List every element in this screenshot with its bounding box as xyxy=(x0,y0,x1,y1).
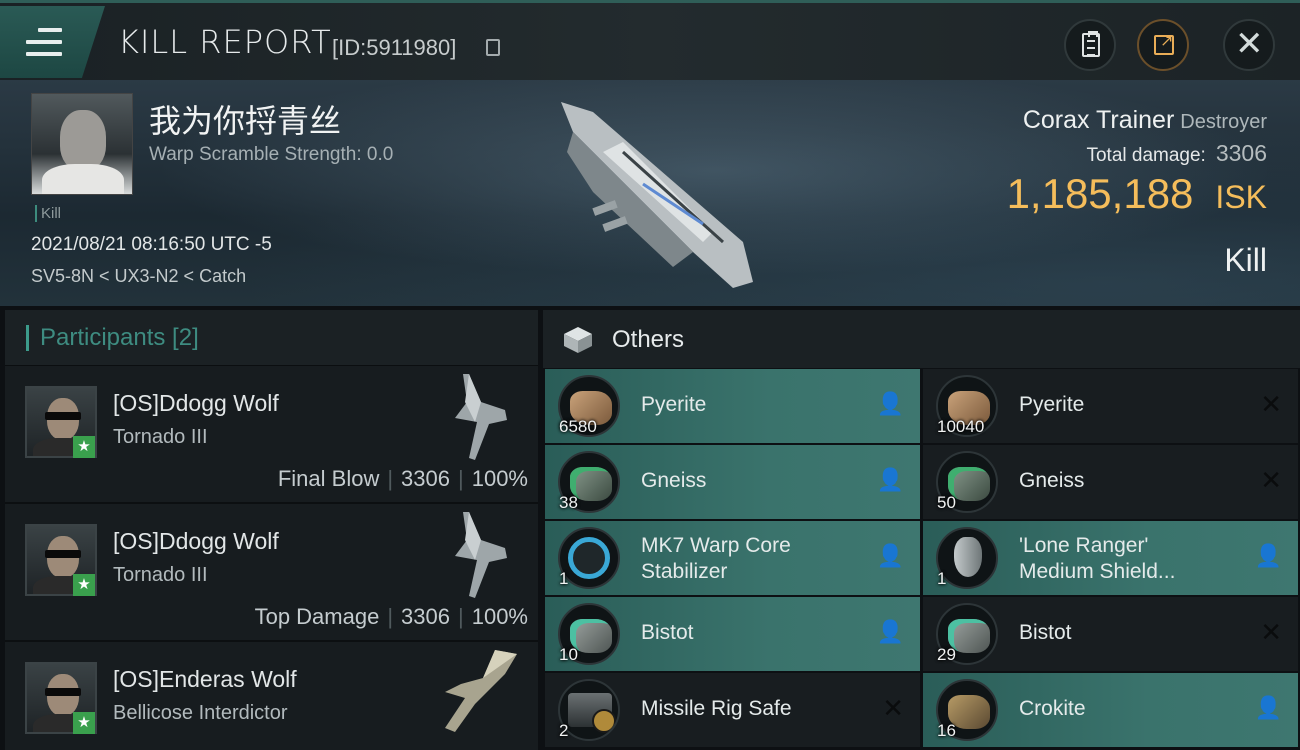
isk-value: 1,185,188 ISK xyxy=(1007,170,1267,218)
menu-button[interactable] xyxy=(0,6,105,78)
participant-percent: 100% xyxy=(471,466,528,491)
participant-damage: 3306 xyxy=(401,604,450,629)
participant-ship: Bellicose Interdictor xyxy=(113,702,288,724)
isk-amount: 1,185,188 xyxy=(1006,170,1194,217)
participant-ship-image xyxy=(455,512,507,598)
item-name: Crokite xyxy=(1019,697,1086,720)
participant-ship-image xyxy=(445,650,517,732)
item-quantity: 29 xyxy=(937,645,956,664)
participant-percent: 100% xyxy=(471,604,528,629)
participant-name[interactable]: [OS]Ddogg Wolf xyxy=(113,528,279,555)
participant-stats: Final Blow | 3306 | 100% xyxy=(277,466,528,491)
item-name: Pyerite xyxy=(641,393,707,416)
item-row[interactable]: 10040 Pyerite ✕ xyxy=(923,369,1298,443)
victim-portrait[interactable] xyxy=(31,93,133,195)
item-quantity: 1 xyxy=(559,569,569,588)
item-row[interactable]: 10 Bistot 👤 xyxy=(545,597,920,671)
participant-role: Top Damage xyxy=(254,604,380,629)
item-row[interactable]: 16 Crokite 👤 xyxy=(923,673,1298,747)
report-id: [ID:5911980] xyxy=(332,35,457,60)
star-icon: ★ xyxy=(73,574,95,596)
copy-icon[interactable] xyxy=(486,39,500,56)
star-icon: ★ xyxy=(73,712,95,734)
participant-ship: Tornado III xyxy=(113,564,208,586)
item-quantity: 50 xyxy=(937,493,956,512)
item-quantity: 16 xyxy=(937,721,956,740)
item-name: MK7 Warp Core Stabilizer xyxy=(641,534,791,583)
isk-unit: ISK xyxy=(1215,179,1267,215)
warp-scramble-strength: Warp Scramble Strength: 0.0 xyxy=(149,144,394,165)
total-damage-value: 3306 xyxy=(1215,140,1267,166)
others-label: Others xyxy=(612,326,685,353)
item-name: 'Lone Ranger' Medium Shield... xyxy=(1019,534,1176,583)
participant-stats: Top Damage | 3306 | 100% xyxy=(254,604,528,629)
item-quantity: 10040 xyxy=(937,417,985,436)
participant-role: Final Blow xyxy=(277,466,380,491)
page-title: KILL REPORT xyxy=(118,23,332,61)
participants-header: Participants [2] xyxy=(5,310,538,366)
share-icon xyxy=(1154,31,1174,55)
participant-row[interactable]: ★ [OS]Enderas Wolf Bellicose Interdictor xyxy=(5,642,538,750)
kill-location: SV5-8N < UX3-N2 < Catch xyxy=(31,266,247,286)
close-button[interactable]: ✕ xyxy=(1223,19,1275,71)
victim-name[interactable]: 我为你捋青丝 xyxy=(149,96,341,142)
total-damage-label: Total damage: xyxy=(1086,145,1206,166)
kill-datetime: 2021/08/21 08:16:50 UTC -5 xyxy=(31,234,272,255)
participant-ship-image xyxy=(455,374,507,460)
dropped-icon: 👤 xyxy=(876,391,904,416)
kill-result: Kill xyxy=(1224,242,1267,278)
participant-row[interactable]: ★ [OS]Ddogg Wolf Tornado III Top Damage |… xyxy=(5,504,538,642)
share-button[interactable] xyxy=(1137,19,1189,71)
close-icon: ✕ xyxy=(1235,25,1264,63)
item-row[interactable]: 50 Gneiss ✕ xyxy=(923,445,1298,519)
participants-label: Participants [2] xyxy=(40,324,199,351)
participant-name[interactable]: [OS]Enderas Wolf xyxy=(113,666,297,693)
item-quantity: 38 xyxy=(559,493,578,512)
clipboard-button[interactable] xyxy=(1064,19,1116,71)
participant-damage: 3306 xyxy=(401,466,450,491)
participant-ship: Tornado III xyxy=(113,426,208,448)
dropped-icon: 👤 xyxy=(876,467,904,492)
destroyed-icon: ✕ xyxy=(882,693,904,723)
item-quantity: 10 xyxy=(559,645,578,664)
dropped-icon: 👤 xyxy=(1254,543,1282,568)
dropped-icon: 👤 xyxy=(1254,695,1282,720)
victim-banner: 我为你捋青丝 Warp Scramble Strength: 0.0 Kill … xyxy=(0,80,1300,306)
clipboard-icon xyxy=(1082,31,1100,57)
item-row[interactable]: 1 'Lone Ranger' Medium Shield... 👤 xyxy=(923,521,1298,595)
item-name: Pyerite xyxy=(1019,393,1085,416)
cube-icon xyxy=(564,327,592,353)
item-quantity: 2 xyxy=(559,721,569,740)
destroyed-icon: ✕ xyxy=(1260,617,1282,647)
item-row[interactable]: 1 MK7 Warp Core Stabilizer 👤 xyxy=(545,521,920,595)
total-damage: Total damage: 3306 xyxy=(1086,140,1267,167)
hamburger-icon xyxy=(26,28,62,56)
victim-ship: Corax Trainer Destroyer xyxy=(1023,106,1267,135)
participant-row[interactable]: ★ [OS]Ddogg Wolf Tornado III Final Blow |… xyxy=(5,366,538,504)
top-bar: KILL REPORT [ID:5911980] ✕ xyxy=(0,0,1300,80)
destroyed-icon: ✕ xyxy=(1260,389,1282,419)
dropped-icon: 👤 xyxy=(876,619,904,644)
destroyed-icon: ✕ xyxy=(1260,465,1282,495)
item-name: Gneiss xyxy=(641,469,707,492)
dropped-icon: 👤 xyxy=(876,543,904,568)
participant-name[interactable]: [OS]Ddogg Wolf xyxy=(113,390,279,417)
item-row[interactable]: 29 Bistot ✕ xyxy=(923,597,1298,671)
others-header: Others xyxy=(543,310,1300,368)
item-row[interactable]: 38 Gneiss 👤 xyxy=(545,445,920,519)
item-name: Bistot xyxy=(1019,621,1072,644)
item-name: Gneiss xyxy=(1019,469,1085,492)
item-row[interactable]: 6580 Pyerite 👤 xyxy=(545,369,920,443)
item-name: Missile Rig Safe xyxy=(641,697,792,720)
item-name: Bistot xyxy=(641,621,694,644)
item-row[interactable]: 2 Missile Rig Safe ✕ xyxy=(545,673,920,747)
kill-tag: Kill xyxy=(35,205,61,222)
item-quantity: 6580 xyxy=(559,417,597,436)
victim-ship-name[interactable]: Corax Trainer xyxy=(1023,106,1174,134)
item-quantity: 1 xyxy=(937,569,947,588)
star-icon: ★ xyxy=(73,436,95,458)
victim-ship-image[interactable] xyxy=(553,92,763,288)
victim-ship-class: Destroyer xyxy=(1180,111,1267,133)
participants-panel: Participants [2] ★ [OS]Ddogg Wolf Tornad… xyxy=(5,310,538,750)
